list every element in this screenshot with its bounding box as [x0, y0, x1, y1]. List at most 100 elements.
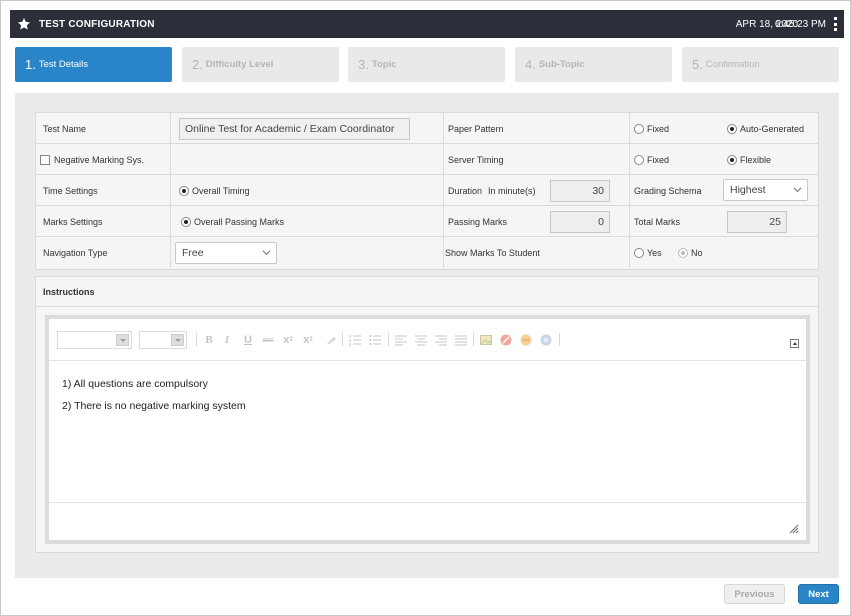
navigation-type-label: Navigation Type — [36, 237, 171, 268]
subscript-icon[interactable]: x2 — [282, 334, 294, 346]
app-window: TEST CONFIGURATION APR 18, 2020 6:45:23 … — [0, 0, 851, 616]
server-timing-fixed-radio[interactable]: Fixed — [634, 154, 669, 165]
step-label: Confirmation — [705, 59, 760, 70]
kebab-menu-icon[interactable] — [834, 17, 838, 31]
navigation-type-cell: Free — [171, 237, 444, 268]
italic-icon[interactable]: I — [221, 334, 233, 346]
emoticon-icon[interactable] — [520, 334, 532, 346]
total-marks-label: Total Marks — [634, 216, 681, 227]
radio-label: Fixed — [647, 123, 670, 134]
bold-icon[interactable]: B — [203, 334, 215, 346]
overall-passing-marks-radio[interactable]: Overall Passing Marks — [181, 216, 285, 227]
test-details-panel: Test Name Online Test for Academic / Exa… — [15, 93, 839, 578]
radio-icon — [634, 123, 644, 134]
total-marks-input[interactable]: 25 — [727, 211, 787, 233]
align-right-icon[interactable] — [435, 334, 447, 346]
font-family-select[interactable] — [57, 331, 132, 349]
strikethrough-icon[interactable]: abc — [262, 334, 274, 346]
paper-pattern-fixed-radio[interactable]: Fixed — [634, 123, 670, 134]
settings-grid: Test Name Online Test for Academic / Exa… — [35, 112, 819, 270]
overall-timing-radio[interactable]: Overall Timing — [179, 185, 250, 196]
step-topic[interactable]: 3. Topic — [348, 47, 505, 82]
eraser-icon[interactable] — [324, 334, 336, 346]
paper-pattern-options: Fixed Auto-Generated — [630, 113, 818, 144]
step-difficulty-level[interactable]: 2. Difficulty Level — [182, 47, 339, 82]
editor-statusbar — [49, 502, 806, 540]
align-left-icon[interactable] — [395, 334, 407, 346]
grading-schema-label: Grading Schema — [634, 185, 702, 196]
passing-marks-label: Passing Marks — [448, 216, 508, 227]
paper-pattern-auto-radio[interactable]: Auto-Generated — [727, 123, 805, 134]
radio-checked-icon — [678, 247, 688, 258]
chevron-down-icon — [793, 187, 802, 193]
editor-content[interactable]: 1) All questions are compulsory 2) There… — [49, 361, 806, 502]
marks-settings-cell: Overall Passing Marks — [171, 206, 444, 237]
step-number: 1. — [25, 57, 36, 72]
total-marks-cell: Total Marks 25 — [630, 206, 818, 237]
chevron-down-icon — [171, 334, 184, 346]
duration-input[interactable]: 30 — [550, 180, 610, 202]
chevron-down-icon — [116, 334, 129, 346]
settings-row: Negative Marking Sys. Server Timing Fixe… — [36, 144, 818, 175]
unlink-icon[interactable] — [500, 334, 512, 346]
collapse-toolbar-icon[interactable] — [790, 339, 799, 348]
radio-checked-icon — [181, 216, 191, 227]
rich-text-editor-frame: B I U abc x2 x2 1) All questions are com… — [45, 315, 810, 544]
settings-row: Test Name Online Test for Academic / Exa… — [36, 113, 818, 144]
marks-settings-label: Marks Settings — [36, 206, 171, 237]
test-name-cell: Online Test for Academic / Exam Coordina… — [171, 113, 444, 144]
radio-checked-icon — [727, 154, 737, 165]
show-marks-no-radio[interactable]: No — [678, 247, 703, 258]
align-center-icon[interactable] — [415, 334, 427, 346]
passing-marks-cell: Passing Marks 0 — [444, 206, 630, 237]
radio-icon — [634, 154, 644, 165]
negative-marking-cell: Negative Marking Sys. — [36, 144, 171, 175]
unordered-list-icon[interactable] — [369, 334, 381, 346]
superscript-icon[interactable]: x2 — [302, 334, 314, 346]
step-sub-topic[interactable]: 4. Sub-Topic — [515, 47, 672, 82]
resize-handle-icon[interactable] — [789, 524, 799, 534]
font-size-select[interactable] — [139, 331, 187, 349]
toolbar-divider — [559, 333, 560, 346]
next-button[interactable]: Next — [798, 584, 839, 604]
duration-label: Duration — [448, 185, 483, 196]
negative-marking-checkbox[interactable] — [40, 154, 50, 165]
passing-marks-input[interactable]: 0 — [550, 211, 610, 233]
toolbar-divider — [342, 333, 343, 346]
radio-label: Overall Passing Marks — [194, 216, 285, 227]
image-icon[interactable] — [480, 334, 492, 346]
top-header-bar: TEST CONFIGURATION APR 18, 2020 6:45:23 … — [10, 10, 844, 38]
step-label: Test Details — [38, 59, 88, 70]
show-marks-options: Yes No — [630, 237, 818, 268]
negative-marking-label: Negative Marking Sys. — [54, 154, 145, 165]
server-timing-flexible-radio[interactable]: Flexible — [727, 154, 771, 165]
select-value: Free — [182, 246, 204, 259]
previous-button[interactable]: Previous — [724, 584, 785, 604]
server-timing-label: Server Timing — [444, 144, 630, 175]
underline-icon[interactable]: U — [242, 334, 254, 346]
toolbar-divider — [473, 333, 474, 346]
star-icon — [16, 16, 32, 32]
duration-unit-label: In minute(s) — [488, 185, 536, 196]
step-number: 4. — [525, 57, 536, 72]
step-confirmation[interactable]: 5. Confirmation — [682, 47, 839, 82]
step-number: 5. — [692, 57, 703, 72]
grading-schema-select[interactable]: Highest — [723, 179, 808, 201]
step-test-details[interactable]: 1. Test Details — [15, 47, 172, 82]
empty-cell — [171, 144, 444, 175]
radio-label: Auto-Generated — [740, 123, 805, 134]
header-time: 6:45:23 PM — [774, 18, 826, 30]
radio-checked-icon — [727, 123, 737, 134]
instructions-section: Instructions B I U abc x2 x2 1) All ques… — [35, 276, 819, 553]
navigation-type-select[interactable]: Free — [175, 241, 277, 264]
test-name-input[interactable]: Online Test for Academic / Exam Coordina… — [179, 117, 410, 140]
radio-icon — [634, 247, 644, 258]
show-marks-yes-radio[interactable]: Yes — [634, 247, 662, 258]
ordered-list-icon[interactable] — [349, 334, 361, 346]
radio-label: No — [691, 247, 703, 258]
editor-toolbar: B I U abc x2 x2 — [49, 319, 806, 361]
radio-checked-icon — [179, 185, 189, 196]
step-label: Topic — [371, 59, 397, 70]
globe-icon[interactable] — [540, 334, 552, 346]
justify-icon[interactable] — [455, 334, 467, 346]
